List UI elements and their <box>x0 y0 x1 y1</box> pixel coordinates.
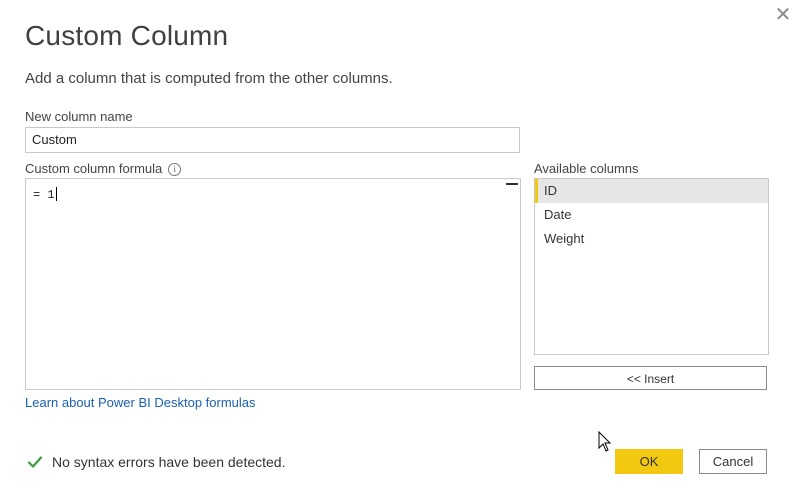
learn-formulas-link[interactable]: Learn about Power BI Desktop formulas <box>25 395 256 410</box>
syntax-status: No syntax errors have been detected. <box>27 454 285 470</box>
dialog-subtitle: Add a column that is computed from the o… <box>25 70 393 87</box>
ok-button[interactable]: OK <box>615 449 683 474</box>
formula-text[interactable]: = 1 <box>33 187 57 202</box>
new-column-name-label: New column name <box>25 109 133 124</box>
column-item-weight[interactable]: Weight <box>535 227 768 251</box>
status-text: No syntax errors have been detected. <box>52 454 286 470</box>
formula-scrollbar[interactable] <box>503 179 520 389</box>
info-icon[interactable]: i <box>168 163 182 176</box>
formula-label: Custom column formula <box>25 161 163 176</box>
text-caret <box>55 187 57 201</box>
available-columns-label: Available columns <box>534 161 639 176</box>
dialog-title: Custom Column <box>25 20 229 51</box>
column-item-date[interactable]: Date <box>535 203 768 227</box>
column-item-id[interactable]: ID <box>535 179 768 203</box>
formula-label-row: Custom column formula i <box>25 161 182 176</box>
formula-editor[interactable]: = 1 <box>25 178 521 390</box>
scrollbar-thumb[interactable] <box>506 183 518 185</box>
close-icon[interactable]: ✕ <box>772 4 794 26</box>
insert-button[interactable]: << Insert <box>534 366 767 390</box>
new-column-name-input[interactable]: Custom <box>25 127 520 153</box>
mouse-pointer-icon <box>598 431 612 452</box>
available-columns-list: ID Date Weight <box>534 178 769 355</box>
formula-value: = 1 <box>33 188 55 202</box>
cancel-button[interactable]: Cancel <box>699 449 767 474</box>
checkmark-icon <box>27 456 43 468</box>
